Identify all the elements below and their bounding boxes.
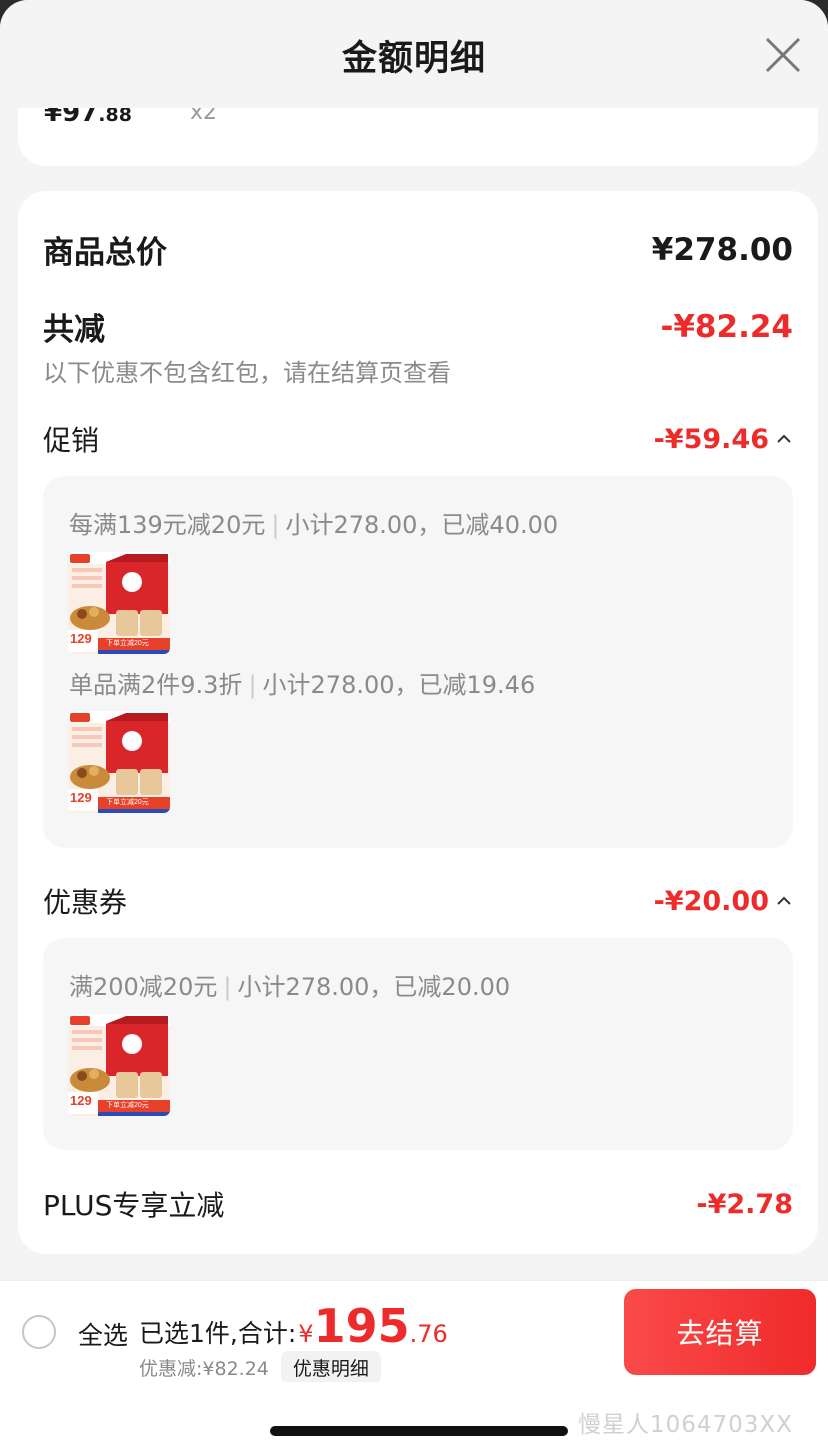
order-total: 已选1件,合计: ¥ 195 .76 — [139, 1299, 448, 1353]
total-reduce-label: 共减 — [43, 312, 105, 348]
promotion-label: 促销 — [43, 424, 100, 457]
selected-count-text: 已选1件,合计: — [139, 1319, 297, 1348]
amount-detail-sheet: ¥97.88 x2 金额明细 商品总价 ¥278.00 共减 -¥82.24 以… — [0, 0, 828, 1454]
thumb-banner-text: 下单立减20元 — [106, 799, 149, 806]
home-indicator[interactable] — [270, 1426, 568, 1436]
total-currency: ¥ — [298, 1320, 314, 1348]
thumb-banner-text: 下单立减20元 — [106, 1102, 149, 1109]
watermark: 慢星人1064703XX — [578, 1412, 793, 1438]
checkout-bar: 全选 已选1件,合计: ¥ 195 .76 优惠减:¥82.24 优惠明细 去结… — [0, 1280, 828, 1384]
close-icon[interactable] — [764, 36, 802, 74]
promotion-entry-2-text: 单品满2件9.3折 | 小计278.00，已减19.46 — [69, 671, 536, 699]
coupon-value: -¥20.00 — [654, 886, 793, 917]
chevron-up-icon[interactable] — [775, 430, 793, 448]
reduce-note: 以下优惠不包含红包，请在结算页查看 — [43, 359, 451, 387]
thumb-price-badge: 129 — [70, 790, 92, 805]
total-price-label: 商品总价 — [43, 235, 167, 271]
total-price-row: 商品总价 ¥278.00 — [43, 227, 793, 272]
discount-summary: 优惠减:¥82.24 优惠明细 — [139, 1351, 381, 1384]
total-reduce-row: 共减 -¥82.24 — [43, 304, 793, 349]
coupon-amount: -¥20.00 — [653, 885, 769, 917]
product-thumbnail[interactable]: 129 下单立减20元 — [68, 1014, 170, 1116]
thumb-price-badge: 129 — [70, 1093, 92, 1108]
price-breakdown-card: 商品总价 ¥278.00 共减 -¥82.24 以下优惠不包含红包，请在结算页查… — [18, 191, 818, 1254]
total-reduce-value: -¥82.24 — [660, 308, 794, 345]
total-integer: 195 — [313, 1299, 410, 1353]
coupon-entry-1-text: 满200减20元 | 小计278.00，已减20.00 — [69, 973, 511, 1001]
checkout-button[interactable]: 去结算 — [624, 1289, 816, 1375]
sheet-header: 金额明细 — [0, 0, 828, 108]
coupon-detail-box: 满200减20元 | 小计278.00，已减20.00 129 下单立减20元 — [43, 938, 793, 1150]
coupon-label: 优惠券 — [43, 886, 128, 919]
thumb-banner-text: 下单立减20元 — [106, 640, 149, 647]
product-thumbnail[interactable]: 129 下单立减20元 — [68, 711, 170, 813]
total-price-value: ¥278.00 — [651, 231, 793, 268]
discount-detail-button[interactable]: 优惠明细 — [280, 1351, 381, 1384]
promotion-entry-1-detail: 小计278.00，已减40.00 — [285, 511, 559, 539]
promotion-detail-box: 每满139元减20元 | 小计278.00，已减40.00 129 下单立减20… — [43, 476, 793, 848]
promotion-row[interactable]: 促销 -¥59.46 — [43, 419, 793, 459]
chevron-up-icon[interactable] — [775, 892, 793, 910]
promotion-entry-1-text: 每满139元减20元 | 小计278.00，已减40.00 — [69, 511, 559, 539]
plus-discount-row: PLUS专享立减 -¥2.78 — [43, 1184, 793, 1224]
coupon-row[interactable]: 优惠券 -¥20.00 — [43, 881, 793, 921]
promotion-entry-1-rule: 每满139元减20元 — [69, 511, 266, 539]
total-decimal: .76 — [409, 1320, 448, 1348]
select-all-radio[interactable] — [22, 1315, 56, 1349]
promotion-entry-2-rule: 单品满2件9.3折 — [69, 671, 243, 699]
product-thumbnail[interactable]: 129 下单立减20元 — [68, 552, 170, 654]
promotion-entry-2-detail: 小计278.00，已减19.46 — [262, 671, 536, 699]
discount-amount-text: 优惠减:¥82.24 — [139, 1358, 269, 1380]
select-all-label[interactable]: 全选 — [78, 1316, 128, 1352]
promotion-amount: -¥59.46 — [653, 423, 769, 455]
plus-discount-value: -¥2.78 — [696, 1188, 793, 1220]
coupon-entry-1-detail: 小计278.00，已减20.00 — [237, 973, 511, 1001]
coupon-entry-1-rule: 满200减20元 — [69, 973, 218, 1001]
thumb-price-badge: 129 — [70, 631, 92, 646]
sheet-title: 金额明细 — [341, 39, 486, 79]
promotion-value: -¥59.46 — [654, 424, 793, 455]
plus-discount-label: PLUS专享立减 — [43, 1189, 225, 1222]
